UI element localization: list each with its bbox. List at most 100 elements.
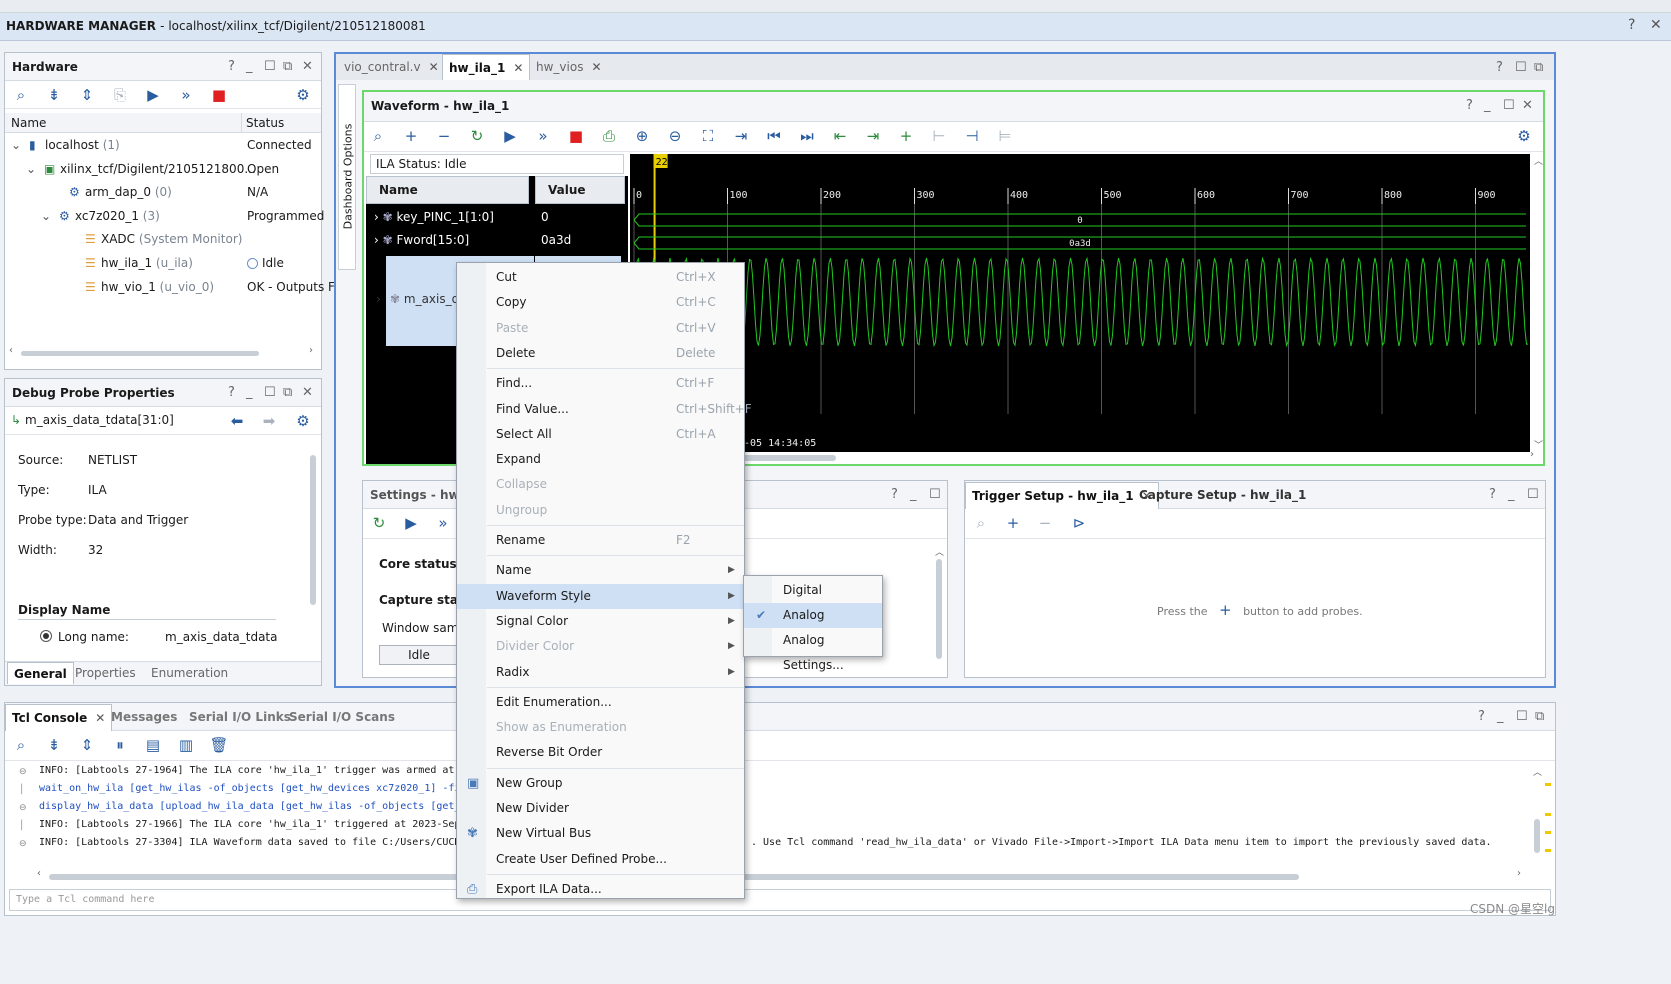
tab-hw-ila-1[interactable]: hw_ila_1 ✕ xyxy=(442,54,531,80)
tab-messages[interactable]: Messages xyxy=(105,704,183,731)
columns-icon[interactable]: ▥ xyxy=(176,735,196,755)
remove-icon[interactable]: − xyxy=(434,126,454,146)
float-icon[interactable]: ⧉ xyxy=(283,59,292,74)
add-icon[interactable]: + xyxy=(401,126,421,146)
tcl-command-input[interactable]: Type a Tcl command here xyxy=(9,889,1551,911)
vertical-scrollbar[interactable]: ︿ xyxy=(1533,765,1542,871)
fold-marker-icon[interactable]: ⊖ xyxy=(19,839,27,849)
run-trigger-icon[interactable]: ▶ xyxy=(143,85,163,105)
help-icon[interactable]: ? xyxy=(228,385,235,400)
fold-marker-icon[interactable]: ⊖ xyxy=(19,803,27,813)
stop-icon[interactable]: ■ xyxy=(566,126,586,146)
back-arrow-icon[interactable]: ⬅ xyxy=(227,411,247,431)
help-icon[interactable]: ? xyxy=(1496,60,1503,75)
search-icon[interactable]: ⌕ xyxy=(368,126,388,146)
tab-tcl-console[interactable]: Tcl Console ✕ xyxy=(5,704,113,731)
search-icon[interactable]: ⌕ xyxy=(11,85,31,105)
menu-item-name[interactable]: Name ▶ xyxy=(457,558,744,583)
menu-item-radix[interactable]: Radix ▶ xyxy=(457,660,744,685)
help-icon[interactable]: ? xyxy=(1628,17,1635,33)
menu-item-cut[interactable]: Cut Ctrl+X xyxy=(457,265,744,290)
zoom-in-icon[interactable]: ⊕ xyxy=(632,126,652,146)
help-icon[interactable]: ? xyxy=(891,487,898,502)
previous-transition-icon[interactable]: ⇤ xyxy=(830,126,850,146)
gear-icon[interactable]: ⚙ xyxy=(293,85,313,105)
search-icon[interactable]: ⌕ xyxy=(11,735,31,755)
export-icon[interactable]: ⎙ xyxy=(599,126,619,146)
go-to-end-icon[interactable]: ⏭ xyxy=(797,126,817,146)
pause-icon[interactable]: ⏸ xyxy=(110,735,130,755)
auto-retrigger-icon[interactable]: ↻ xyxy=(467,126,487,146)
hardware-tree-row[interactable]: ⌄ ▣ xilinx_tcf/Digilent/2105121800... Open xyxy=(5,158,321,181)
collapse-all-icon[interactable]: ⇟ xyxy=(44,735,64,755)
menu-item-analog[interactable]: ✔ Analog xyxy=(744,603,882,628)
menu-item-new-group[interactable]: ▣ New Group xyxy=(457,771,744,796)
waveform-canvas[interactable]: 0 100 200 300 400 500 600 700 800 900 22 0 0a3d -05 1… xyxy=(630,154,1530,452)
tab-serial-io-scans[interactable]: Serial I/O Scans xyxy=(283,704,401,731)
close-icon[interactable]: ✕ xyxy=(302,385,313,400)
float-icon[interactable]: ⧉ xyxy=(1535,709,1544,724)
previous-marker-icon[interactable]: ⊢ xyxy=(929,126,949,146)
long-name-radio[interactable] xyxy=(40,630,52,642)
minimize-icon[interactable]: _ xyxy=(1484,98,1491,113)
menu-item-reverse-bit-order[interactable]: Reverse Bit Order xyxy=(457,740,744,765)
menu-item-create-user-defined-probe[interactable]: Create User Defined Probe... xyxy=(457,847,744,872)
run-immediate-icon[interactable]: » xyxy=(533,126,553,146)
clear-icon[interactable]: 🗑 xyxy=(209,735,229,755)
horizontal-scrollbar[interactable]: ‹ › xyxy=(9,345,317,358)
vertical-scrollbar[interactable]: ︿ xyxy=(935,545,944,675)
menu-item-edit-enumeration[interactable]: Edit Enumeration... xyxy=(457,690,744,715)
horizontal-scrollbar[interactable]: ‹ › xyxy=(37,868,1527,881)
hardware-tree-row[interactable]: ☰ hw_ila_1 (u_ila) Idle xyxy=(5,252,321,275)
help-icon[interactable]: ? xyxy=(1478,709,1485,724)
menu-item-copy[interactable]: Copy Ctrl+C xyxy=(457,290,744,315)
add-marker-icon[interactable]: + xyxy=(896,126,916,146)
hardware-tree-row[interactable]: ⌄ ⚙ xc7z020_1 (3) Programmed xyxy=(5,205,324,228)
gear-icon[interactable]: ⚙ xyxy=(1514,126,1534,146)
expand-chevron-icon[interactable]: ⌄ xyxy=(11,134,21,157)
hardware-tree-row[interactable]: ☰ hw_vio_1 (u_vio_0) OK - Outputs F xyxy=(5,276,335,299)
menu-item-analog-settings[interactable]: Analog Settings... xyxy=(744,628,882,672)
float-icon[interactable]: ⧉ xyxy=(283,385,292,400)
expand-chevron-icon[interactable]: ⌄ xyxy=(26,158,36,181)
maximize-icon[interactable]: ☐ xyxy=(1515,60,1527,75)
close-icon[interactable]: ✕ xyxy=(1522,98,1533,113)
menu-item-new-divider[interactable]: New Divider xyxy=(457,796,744,821)
fold-marker-icon[interactable]: │ xyxy=(19,821,24,831)
next-marker-icon[interactable]: ⊣ xyxy=(962,126,982,146)
menu-item-find[interactable]: Find... Ctrl+F xyxy=(457,371,744,396)
help-icon[interactable]: ? xyxy=(228,59,235,74)
menu-item-find-value[interactable]: Find Value... Ctrl+Shift+F xyxy=(457,397,752,422)
maximize-icon[interactable]: ☐ xyxy=(1516,709,1528,724)
tab-enumeration[interactable]: Enumeration xyxy=(145,662,234,684)
tab-capture-setup[interactable]: Capture Setup - hw_ila_1 xyxy=(1133,482,1312,509)
maximize-icon[interactable]: ☐ xyxy=(264,59,276,74)
gear-icon[interactable]: ⚙ xyxy=(293,411,313,431)
vertical-scrollbar[interactable] xyxy=(309,441,317,659)
fold-marker-icon[interactable]: │ xyxy=(19,785,24,795)
maximize-icon[interactable]: ☐ xyxy=(264,385,276,400)
minimize-icon[interactable]: _ xyxy=(246,385,253,400)
horizontal-scrollbar[interactable]: › xyxy=(630,449,1536,462)
menu-item-new-virtual-bus[interactable]: ✾ New Virtual Bus xyxy=(457,821,744,846)
minimize-icon[interactable]: _ xyxy=(1508,487,1515,502)
hardware-tree-row[interactable]: ⚙ arm_dap_0 (0) N/A xyxy=(5,181,321,204)
auto-connect-icon[interactable]: ⎘ xyxy=(110,85,130,105)
zoom-fit-icon[interactable]: ⛶ xyxy=(698,126,718,146)
run-immediate-icon[interactable]: » xyxy=(433,513,453,533)
signal-row[interactable]: › ✾ key_PINC_1[1:0] xyxy=(366,206,529,229)
help-icon[interactable]: ? xyxy=(1489,487,1496,502)
hardware-tree-row[interactable]: ☰ XADC (System Monitor) xyxy=(5,228,321,251)
collapse-all-icon[interactable]: ⇟ xyxy=(44,85,64,105)
run-trigger-icon[interactable]: ▶ xyxy=(500,126,520,146)
close-icon[interactable]: ✕ xyxy=(1650,17,1662,33)
tab-trigger-setup[interactable]: Trigger Setup - hw_ila_1 ✕ xyxy=(965,482,1159,509)
help-icon[interactable]: ? xyxy=(1466,98,1473,113)
auto-retrigger-icon[interactable]: ↻ xyxy=(369,513,389,533)
expand-all-icon[interactable]: ⇕ xyxy=(77,85,97,105)
menu-item-waveform-style[interactable]: Waveform Style ▶ xyxy=(457,583,744,609)
float-icon[interactable]: ⧉ xyxy=(1534,60,1543,75)
remove-probe-icon[interactable]: − xyxy=(1035,513,1055,533)
maximize-icon[interactable]: ☐ xyxy=(1503,98,1515,113)
add-probe-icon[interactable]: + xyxy=(1003,513,1023,533)
